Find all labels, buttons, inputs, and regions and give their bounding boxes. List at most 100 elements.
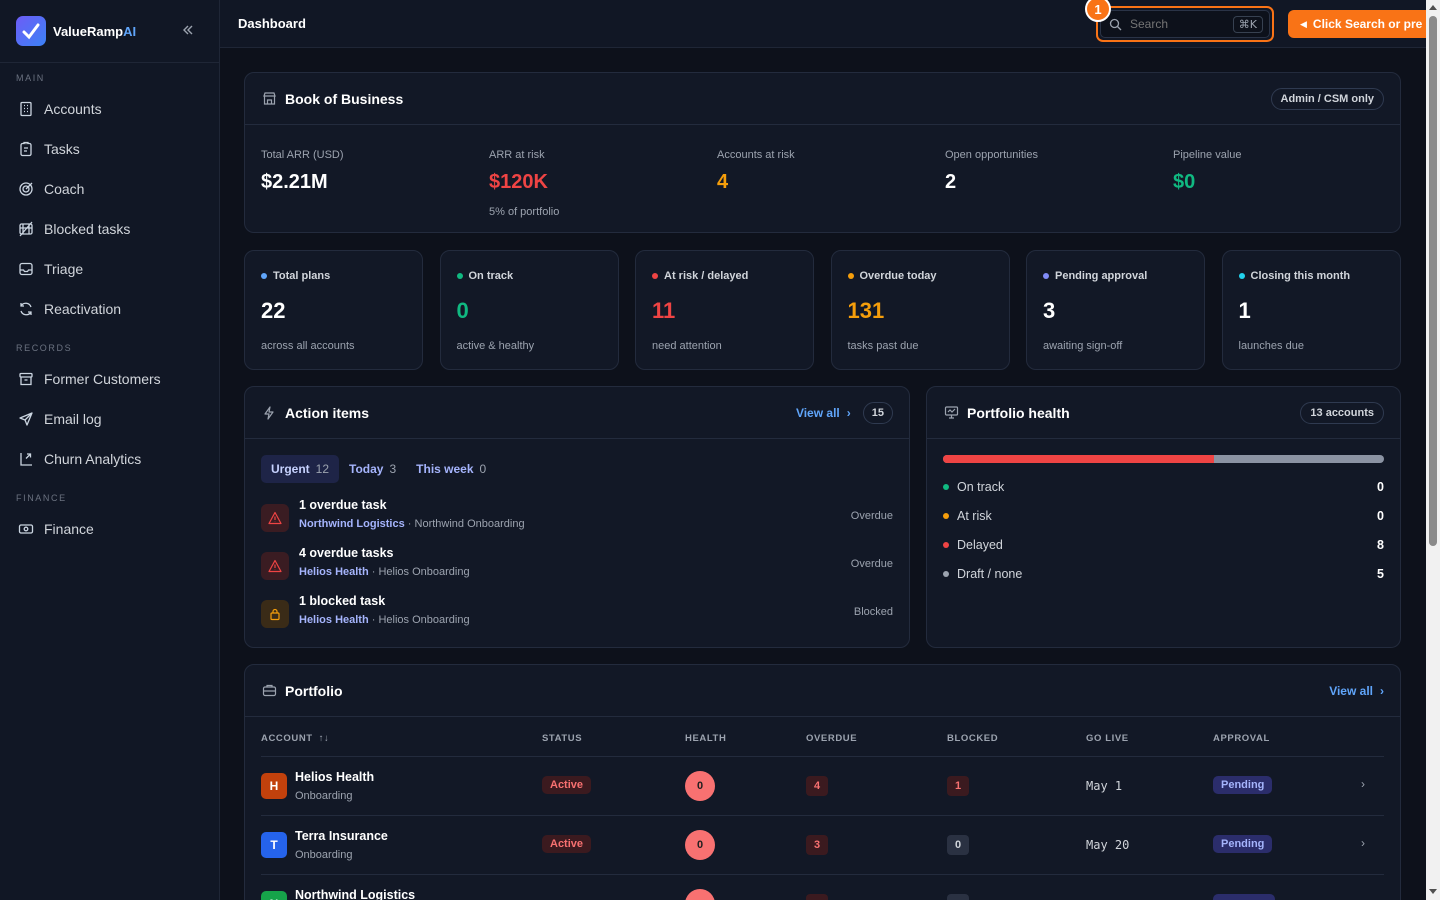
action-title: 1 overdue task [299, 498, 387, 512]
chart-icon [18, 451, 34, 467]
overdue-count: 4 [806, 776, 828, 796]
tab-urgent[interactable]: Urgent 12 [261, 455, 340, 483]
account-stage: Onboarding [295, 849, 353, 861]
table-row[interactable]: H Helios Health Onboarding Active 0 4 1 … [261, 756, 1384, 815]
sidebar-item-former-customers[interactable]: Former Customers [0, 359, 219, 399]
search-box[interactable]: ⌘K [1100, 10, 1270, 38]
sidebar-item-label: Finance [44, 521, 94, 537]
column-header-account[interactable]: ACCOUNT ↑↓ [261, 733, 329, 744]
store-icon [261, 91, 277, 107]
kpi-value: $0 [1173, 171, 1196, 193]
sidebar: ValueRampAI MAIN Accounts Tasks Coach Blocke… [0, 0, 220, 900]
action-item[interactable]: 1 blocked task Helios Health · Helios On… [261, 594, 893, 634]
blocked-icon [18, 221, 34, 237]
sidebar-item-accounts[interactable]: Accounts [0, 89, 219, 129]
status-dot-icon [943, 571, 949, 577]
table-row[interactable]: T Terra Insurance Onboarding Active 0 3 … [261, 815, 1384, 874]
building-icon [18, 101, 34, 117]
blocked-count [947, 894, 969, 900]
warning-icon [261, 552, 289, 580]
chevron-right-icon[interactable]: › [1361, 777, 1365, 791]
account-name[interactable]: Northwind Logistics [295, 888, 415, 900]
action-count-badge: 15 [862, 401, 893, 424]
brand[interactable]: ValueRampAI [0, 0, 219, 63]
avatar: H [261, 773, 287, 799]
page-title: Dashboard [238, 16, 306, 31]
sidebar-item-label: Accounts [44, 101, 102, 117]
stat-value: 1 [1238, 298, 1251, 323]
health-bar [943, 455, 1384, 463]
banknote-icon [18, 521, 34, 537]
sidebar-item-coach[interactable]: Coach [0, 169, 219, 209]
kpi-label: Total ARR (USD) [261, 149, 344, 161]
stat-sub: awaiting sign-off [1043, 340, 1123, 352]
stat-sub: launches due [1238, 340, 1304, 352]
action-item[interactable]: 4 overdue tasks Helios Health · Helios O… [261, 546, 893, 586]
action-status: Overdue [850, 510, 893, 522]
legend-item: On track 0 [943, 478, 1384, 496]
stat-card[interactable]: Overdue today 131 tasks past due [830, 250, 1010, 370]
action-items-header: Action items View all › 15 [245, 387, 909, 439]
chevron-right-icon[interactable]: › [1361, 836, 1365, 850]
sidebar-item-reactivation[interactable]: Reactivation [0, 289, 219, 329]
action-tabs: Urgent 12 Today 3 This week 0 [261, 455, 496, 483]
kpi-item: Pipeline value $0 [1173, 149, 1242, 206]
stat-card[interactable]: At risk / delayed 11 need attention [635, 250, 814, 370]
shortcut-hint: ⌘K [1232, 15, 1263, 33]
sidebar-item-triage[interactable]: Triage [0, 249, 219, 289]
column-header-status: STATUS [542, 733, 583, 744]
sidebar-item-churn-analytics[interactable]: Churn Analytics [0, 439, 219, 479]
kpi-value: 2 [945, 171, 957, 193]
tab-today[interactable]: Today 3 [339, 455, 406, 483]
sort-icon[interactable]: ↑↓ [319, 733, 330, 744]
stat-card[interactable]: Total plans 22 across all accounts [244, 250, 423, 370]
tab-this-week[interactable]: This week 0 [406, 455, 496, 483]
sidebar-item-blocked-tasks[interactable]: Blocked tasks [0, 209, 219, 249]
tip-label: Click Search or pre [1312, 17, 1423, 31]
collapse-sidebar-icon[interactable] [178, 20, 198, 40]
account-name[interactable]: Helios Health [295, 770, 374, 784]
sidebar-item-label: Coach [44, 181, 85, 197]
tour-tip-button[interactable]: ◀ Click Search or pre [1288, 10, 1426, 38]
clipboard-icon [18, 141, 34, 157]
health-score [685, 889, 715, 900]
status-badge: Active [542, 776, 592, 794]
topbar: Dashboard ⌘K 1 ◀ Click Search or pre [220, 0, 1426, 48]
approval-badge [1213, 894, 1275, 900]
stat-card[interactable]: Closing this month 1 launches due [1221, 250, 1401, 370]
status-dot-icon [943, 542, 949, 548]
sidebar-item-finance[interactable]: Finance [0, 509, 219, 549]
scrollbar[interactable] [1426, 0, 1440, 900]
kpi-label: Accounts at risk [717, 149, 795, 161]
column-header-overdue: OVERDUE [806, 733, 858, 744]
scroll-down-icon[interactable] [1429, 889, 1437, 894]
account-name[interactable]: Terra Insurance [295, 829, 388, 843]
brand-name: ValueRampAI [53, 23, 137, 39]
health-score: 0 [685, 830, 715, 860]
column-header-go-live: GO LIVE [1086, 733, 1129, 744]
sidebar-item-label: Email log [44, 411, 102, 427]
stat-card[interactable]: Pending approval 3 awaiting sign-off [1026, 250, 1205, 370]
kpi-label: Pipeline value [1173, 149, 1242, 161]
action-item[interactable]: 1 overdue task Northwind Logistics · Nor… [261, 498, 893, 538]
sidebar-item-email-log[interactable]: Email log [0, 399, 219, 439]
legend-item: Delayed 8 [943, 536, 1384, 554]
stat-card[interactable]: On track 0 active & healthy [439, 250, 619, 370]
approval-badge: Pending [1213, 776, 1273, 794]
view-all-portfolio-link[interactable]: View all › [1329, 684, 1384, 698]
table-row[interactable]: N Northwind Logistics [261, 874, 1384, 900]
search-input[interactable] [1130, 17, 1220, 31]
view-all-actions-link[interactable]: View all › [796, 406, 851, 420]
stat-label: Total plans [261, 270, 406, 282]
main-content: Dashboard ⌘K 1 ◀ Click Search or pre Boo… [220, 0, 1426, 900]
sidebar-item-label: Reactivation [44, 301, 122, 317]
sidebar-item-tasks[interactable]: Tasks [0, 129, 219, 169]
sidebar-item-label: Former Customers [44, 371, 161, 387]
kpi-value: $120K [489, 171, 548, 193]
status-dot-icon [943, 484, 949, 490]
scroll-up-icon[interactable] [1429, 5, 1437, 10]
portfolio-health-card: Portfolio health 13 accounts On track 0 At… [926, 386, 1401, 648]
health-bar-fill [943, 455, 1215, 463]
scroll-thumb[interactable] [1429, 16, 1437, 546]
stat-value: 11 [652, 298, 676, 323]
